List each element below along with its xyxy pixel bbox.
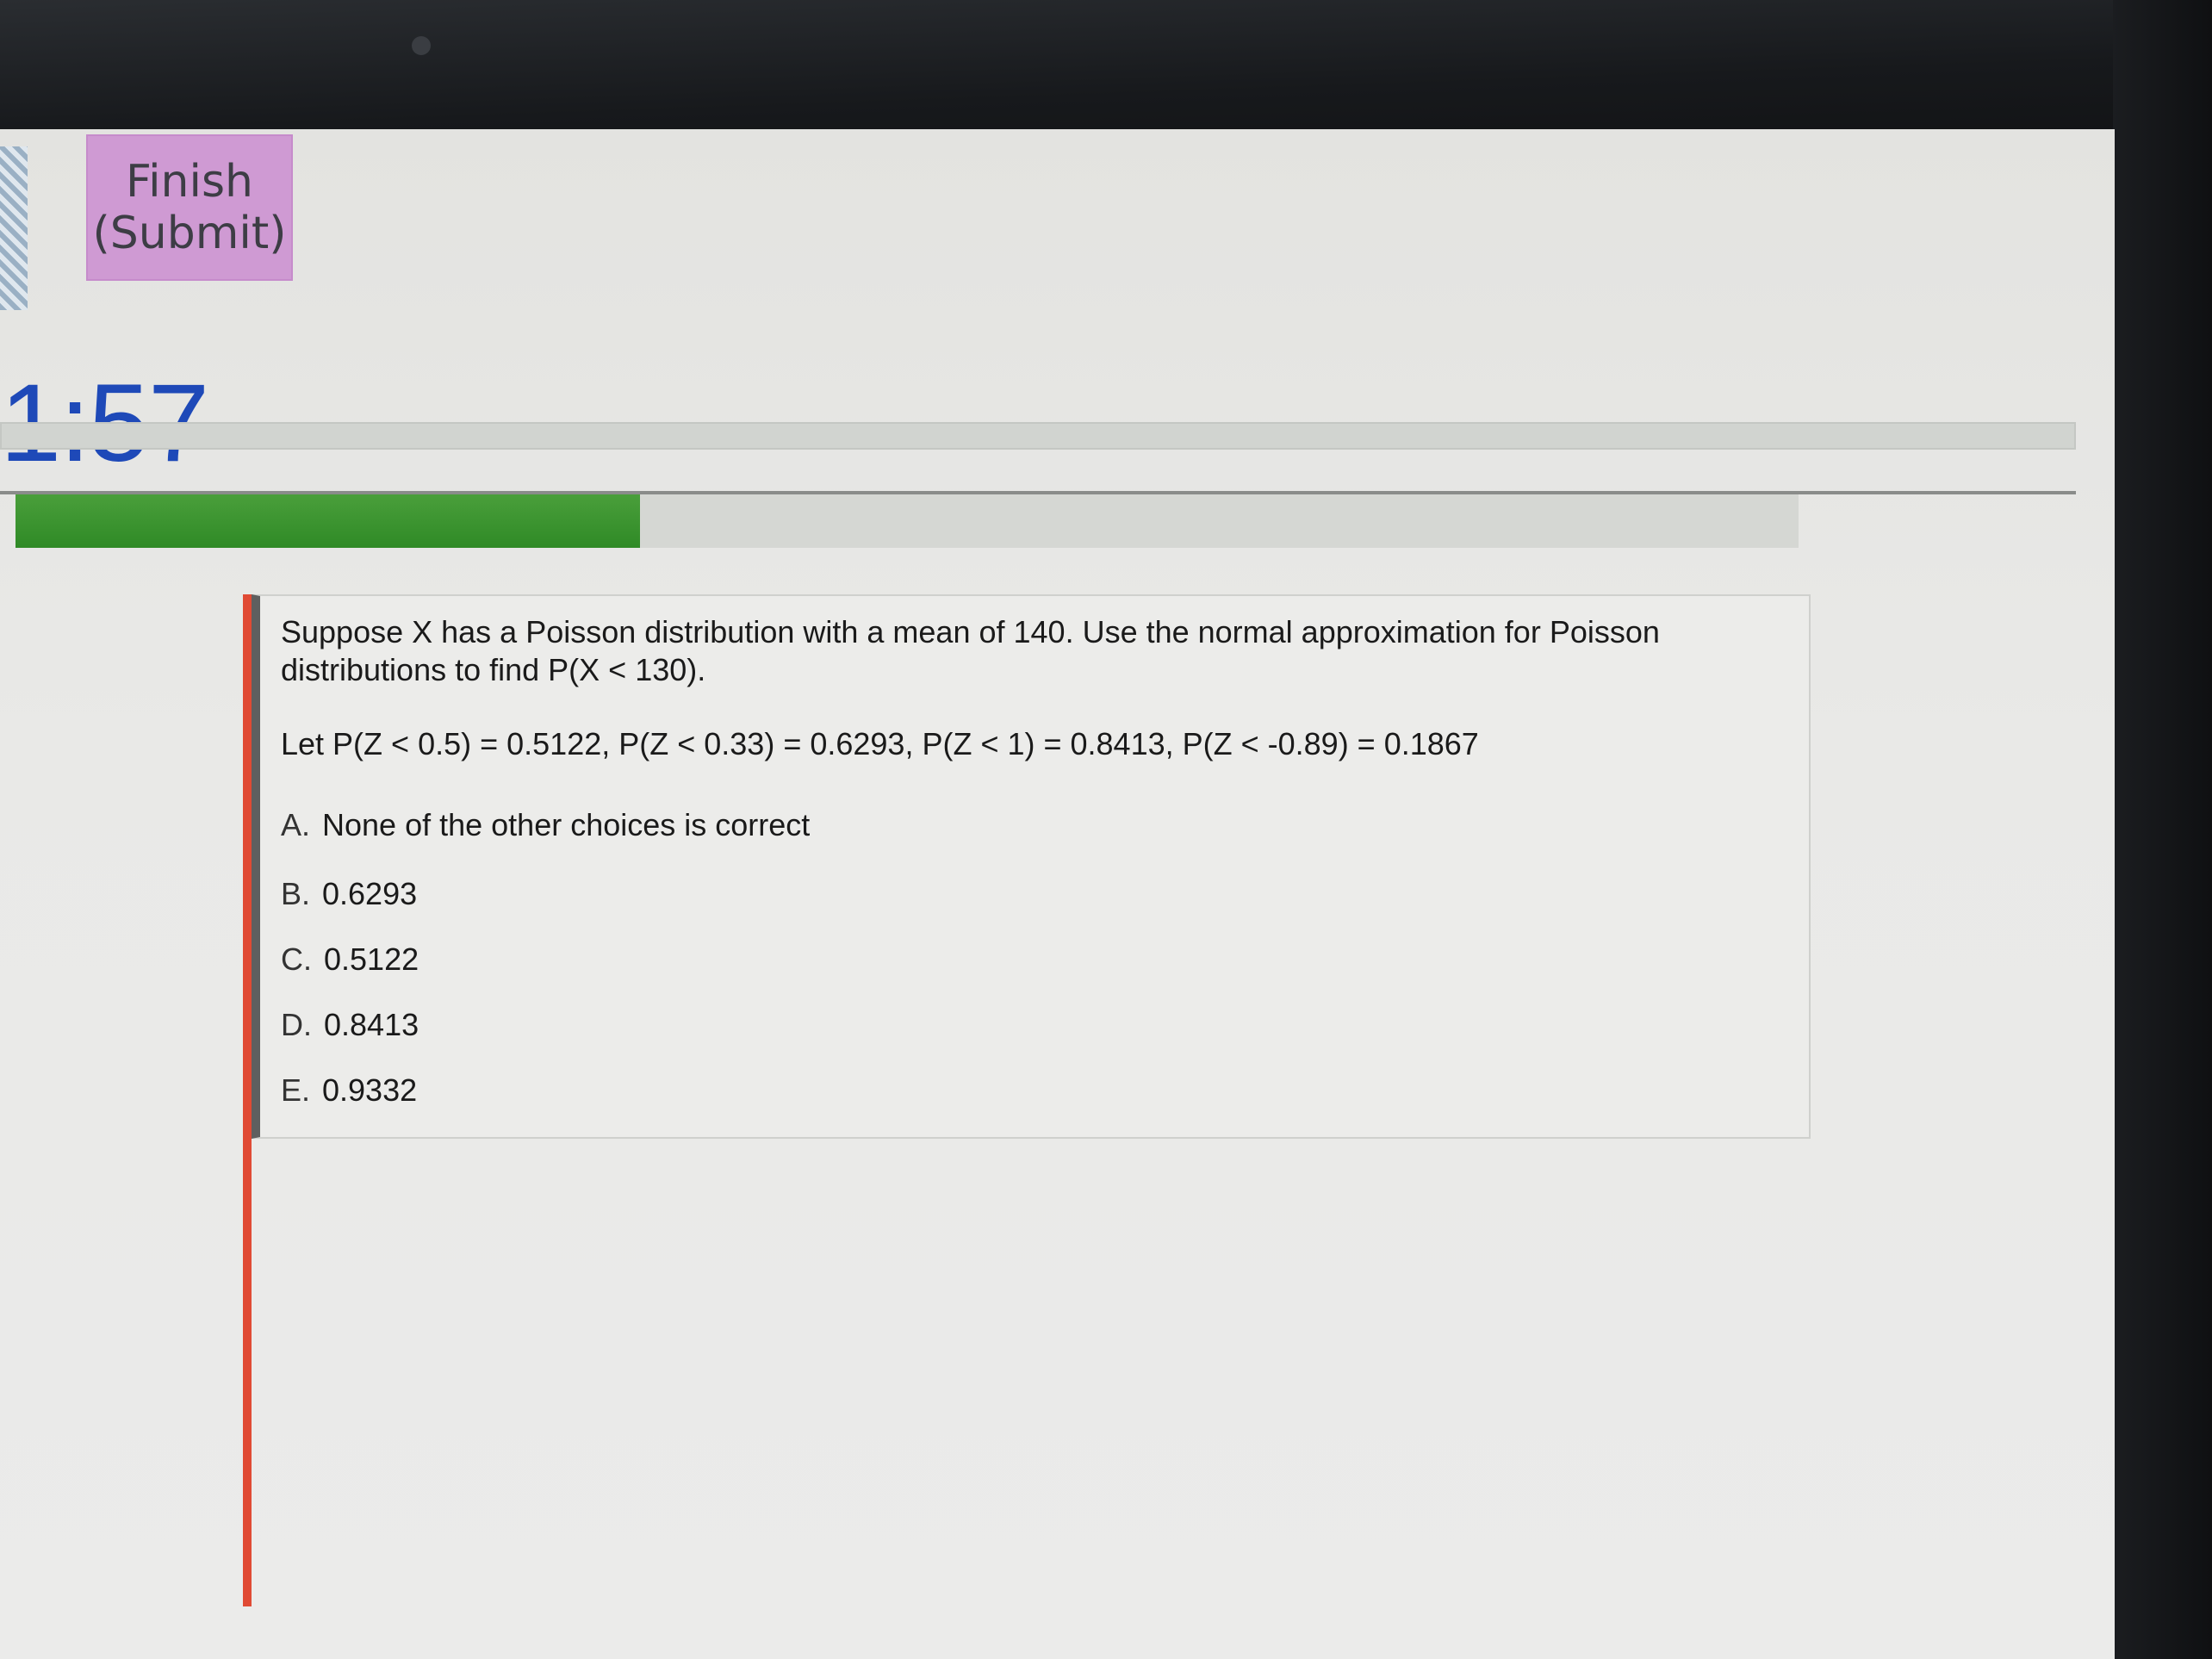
finish-button-label: Finish — [125, 156, 254, 208]
choice-letter: B. — [281, 876, 311, 911]
finish-submit-button[interactable]: Finish (Submit) — [86, 134, 293, 281]
camera-icon — [412, 36, 431, 55]
question-box: Suppose X has a Poisson distribution wit… — [252, 594, 1811, 1139]
choice-c[interactable]: C. 0.5122 — [281, 941, 419, 979]
monitor-bezel-top — [0, 0, 2212, 146]
choice-e[interactable]: E. 0.9332 — [281, 1072, 417, 1109]
choice-text: 0.9332 — [322, 1072, 418, 1108]
choice-letter: C. — [281, 941, 312, 977]
submit-button-label: (Submit) — [92, 208, 287, 259]
choice-letter: E. — [281, 1072, 311, 1108]
choice-d[interactable]: D. 0.8413 — [281, 1006, 419, 1044]
given-probabilities: Let P(Z < 0.5) = 0.5122, P(Z < 0.33) = 0… — [281, 726, 1479, 761]
question-accent-bar — [243, 594, 252, 1606]
monitor-bezel-right — [2113, 0, 2212, 1659]
screen: Finish (Submit) 1:57 Suppose X has a Poi… — [0, 129, 2115, 1659]
background-image-edge — [0, 146, 28, 310]
choice-text: 0.6293 — [322, 876, 418, 911]
choice-text: None of the other choices is correct — [322, 807, 811, 842]
progress-fill — [16, 494, 640, 548]
progress-track — [16, 494, 1799, 548]
choice-text: 0.5122 — [324, 941, 419, 977]
header-bar — [0, 422, 2076, 450]
question-text: Suppose X has a Poisson distribution wit… — [281, 614, 1660, 687]
choice-letter: A. — [281, 807, 311, 842]
choice-b[interactable]: B. 0.6293 — [281, 875, 417, 913]
question-area: Suppose X has a Poisson distribution wit… — [243, 594, 1811, 1606]
choice-letter: D. — [281, 1007, 312, 1042]
choice-a[interactable]: A. None of the other choices is correct — [281, 806, 810, 844]
choice-text: 0.8413 — [324, 1007, 419, 1042]
